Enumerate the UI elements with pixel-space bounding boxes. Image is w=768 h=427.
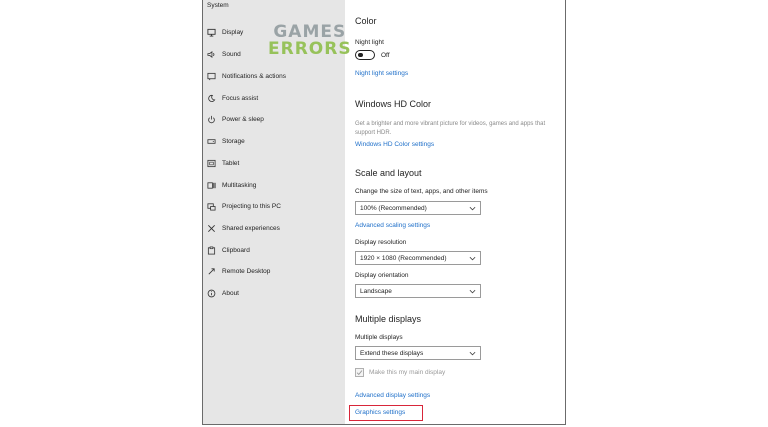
games-errors-logo: GAMES ERRORS — [268, 24, 352, 58]
main-display-checkbox[interactable] — [355, 368, 364, 377]
sidebar-item-label: Sound — [222, 50, 241, 58]
sidebar-item-label: Notifications & actions — [222, 72, 286, 80]
speaker-icon — [206, 49, 217, 60]
settings-content: Color Night light Off Night light settin… — [349, 0, 565, 424]
settings-window: System Display Sound Notifications & act… — [202, 0, 566, 425]
toggle-knob — [358, 52, 363, 57]
projector-icon — [206, 201, 217, 212]
sidebar-item-storage[interactable]: Storage — [203, 132, 345, 150]
sidebar-item-tablet[interactable]: Tablet — [203, 154, 345, 172]
moon-icon — [206, 93, 217, 104]
sidebar-item-label: Focus assist — [222, 94, 259, 102]
remote-icon — [206, 266, 217, 277]
sidebar-item-label: About — [222, 289, 239, 297]
resolution-value: 1920 × 1080 (Recommended) — [360, 254, 447, 262]
chevron-down-icon — [469, 351, 476, 355]
sidebar-item-label: Power & sleep — [222, 115, 264, 123]
hdr-heading: Windows HD Color — [355, 99, 432, 109]
info-icon — [206, 288, 217, 299]
clipboard-icon — [206, 245, 217, 256]
sidebar-title: System — [207, 2, 229, 9]
chevron-down-icon — [469, 206, 476, 210]
scale-dropdown[interactable]: 100% (Recommended) — [355, 201, 481, 215]
hdr-settings-link[interactable]: Windows HD Color settings — [355, 141, 434, 148]
graphics-settings-link[interactable]: Graphics settings — [355, 409, 405, 416]
sidebar-item-projecting[interactable]: Projecting to this PC — [203, 197, 345, 215]
sidebar-item-label: Multitasking — [222, 181, 257, 189]
night-light-state: Off — [381, 52, 390, 59]
sidebar-item-shared-experiences[interactable]: Shared experiences — [203, 219, 345, 237]
multitasking-icon — [206, 180, 217, 191]
sidebar-item-label: Tablet — [222, 159, 240, 167]
resolution-dropdown[interactable]: 1920 × 1080 (Recommended) — [355, 251, 481, 265]
sidebar-item-multitasking[interactable]: Multitasking — [203, 176, 345, 194]
shared-icon — [206, 223, 217, 234]
storage-icon — [206, 136, 217, 147]
checkmark-icon — [356, 370, 363, 376]
sidebar-item-label: Display — [222, 28, 244, 36]
multiple-displays-heading: Multiple displays — [355, 314, 422, 324]
sidebar-item-label: Shared experiences — [222, 224, 280, 232]
night-light-toggle[interactable] — [355, 50, 375, 60]
chevron-down-icon — [469, 256, 476, 260]
multiple-displays-dropdown[interactable]: Extend these displays — [355, 346, 481, 360]
sidebar-item-focus-assist[interactable]: Focus assist — [203, 89, 345, 107]
sidebar-item-label: Storage — [222, 137, 245, 145]
monitor-icon — [206, 27, 217, 38]
orientation-value: Landscape — [360, 287, 392, 295]
logo-line-errors: ERRORS — [268, 39, 352, 59]
night-light-settings-link[interactable]: Night light settings — [355, 70, 408, 77]
scale-heading: Scale and layout — [355, 168, 422, 178]
multiple-displays-label: Multiple displays — [355, 334, 403, 341]
chevron-down-icon — [469, 289, 476, 293]
sidebar-item-about[interactable]: About — [203, 284, 345, 302]
orientation-dropdown[interactable]: Landscape — [355, 284, 481, 298]
advanced-display-link[interactable]: Advanced display settings — [355, 392, 430, 399]
sidebar-item-clipboard[interactable]: Clipboard — [203, 241, 345, 259]
size-label: Change the size of text, apps, and other… — [355, 188, 488, 195]
night-light-label: Night light — [355, 39, 384, 46]
tablet-icon — [206, 158, 217, 169]
power-icon — [206, 114, 217, 125]
sidebar-item-label: Remote Desktop — [222, 267, 271, 275]
resolution-label: Display resolution — [355, 239, 407, 246]
multiple-displays-value: Extend these displays — [360, 349, 424, 357]
sidebar-item-label: Clipboard — [222, 246, 250, 254]
sidebar-item-notifications[interactable]: Notifications & actions — [203, 67, 345, 85]
sidebar-item-power-sleep[interactable]: Power & sleep — [203, 110, 345, 128]
sidebar-item-label: Projecting to this PC — [222, 202, 281, 210]
color-heading: Color — [355, 16, 377, 26]
advanced-scaling-link[interactable]: Advanced scaling settings — [355, 222, 430, 229]
sidebar: System Display Sound Notifications & act… — [203, 0, 345, 424]
notification-icon — [206, 71, 217, 82]
hdr-description: Get a brighter and more vibrant picture … — [355, 121, 546, 136]
main-display-label: Make this my main display — [369, 369, 446, 376]
sidebar-item-remote-desktop[interactable]: Remote Desktop — [203, 262, 345, 280]
scale-value: 100% (Recommended) — [360, 204, 427, 212]
orientation-label: Display orientation — [355, 272, 409, 279]
